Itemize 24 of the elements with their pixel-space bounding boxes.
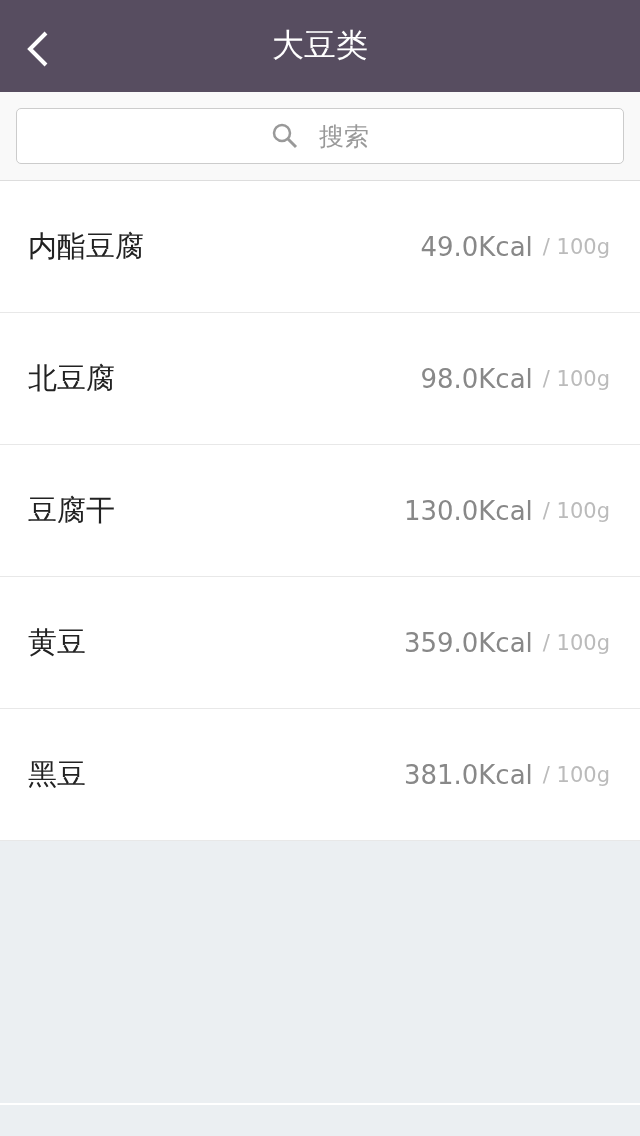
food-row[interactable]: 黄豆 359.0Kcal / 100g (0, 577, 640, 709)
calorie-value: 49.0Kcal (420, 231, 533, 262)
food-name: 黄豆 (28, 623, 87, 661)
food-name: 黑豆 (28, 755, 87, 793)
calorie-value: 359.0Kcal (403, 627, 533, 658)
food-name: 内酯豆腐 (28, 227, 145, 265)
calorie-value: 381.0Kcal (403, 759, 533, 790)
food-name: 豆腐干 (28, 491, 116, 529)
unit-label: / 100g (542, 630, 610, 655)
calorie-value: 130.0Kcal (403, 495, 533, 526)
back-icon[interactable] (26, 31, 50, 67)
unit-label: / 100g (542, 234, 610, 259)
food-row[interactable]: 黑豆 381.0Kcal / 100g (0, 709, 640, 841)
unit-label: / 100g (542, 498, 610, 523)
calorie-value: 98.0Kcal (420, 363, 533, 394)
food-row[interactable]: 内酯豆腐 49.0Kcal / 100g (0, 181, 640, 313)
search-field[interactable]: 搜索 (16, 108, 624, 164)
search-icon (272, 123, 298, 149)
food-row[interactable]: 北豆腐 98.0Kcal / 100g (0, 313, 640, 445)
unit-label: / 100g (542, 762, 610, 787)
food-row[interactable]: 豆腐干 130.0Kcal / 100g (0, 445, 640, 577)
page-title: 大豆类 (272, 25, 368, 66)
food-name: 北豆腐 (28, 359, 116, 397)
unit-label: / 100g (542, 366, 610, 391)
